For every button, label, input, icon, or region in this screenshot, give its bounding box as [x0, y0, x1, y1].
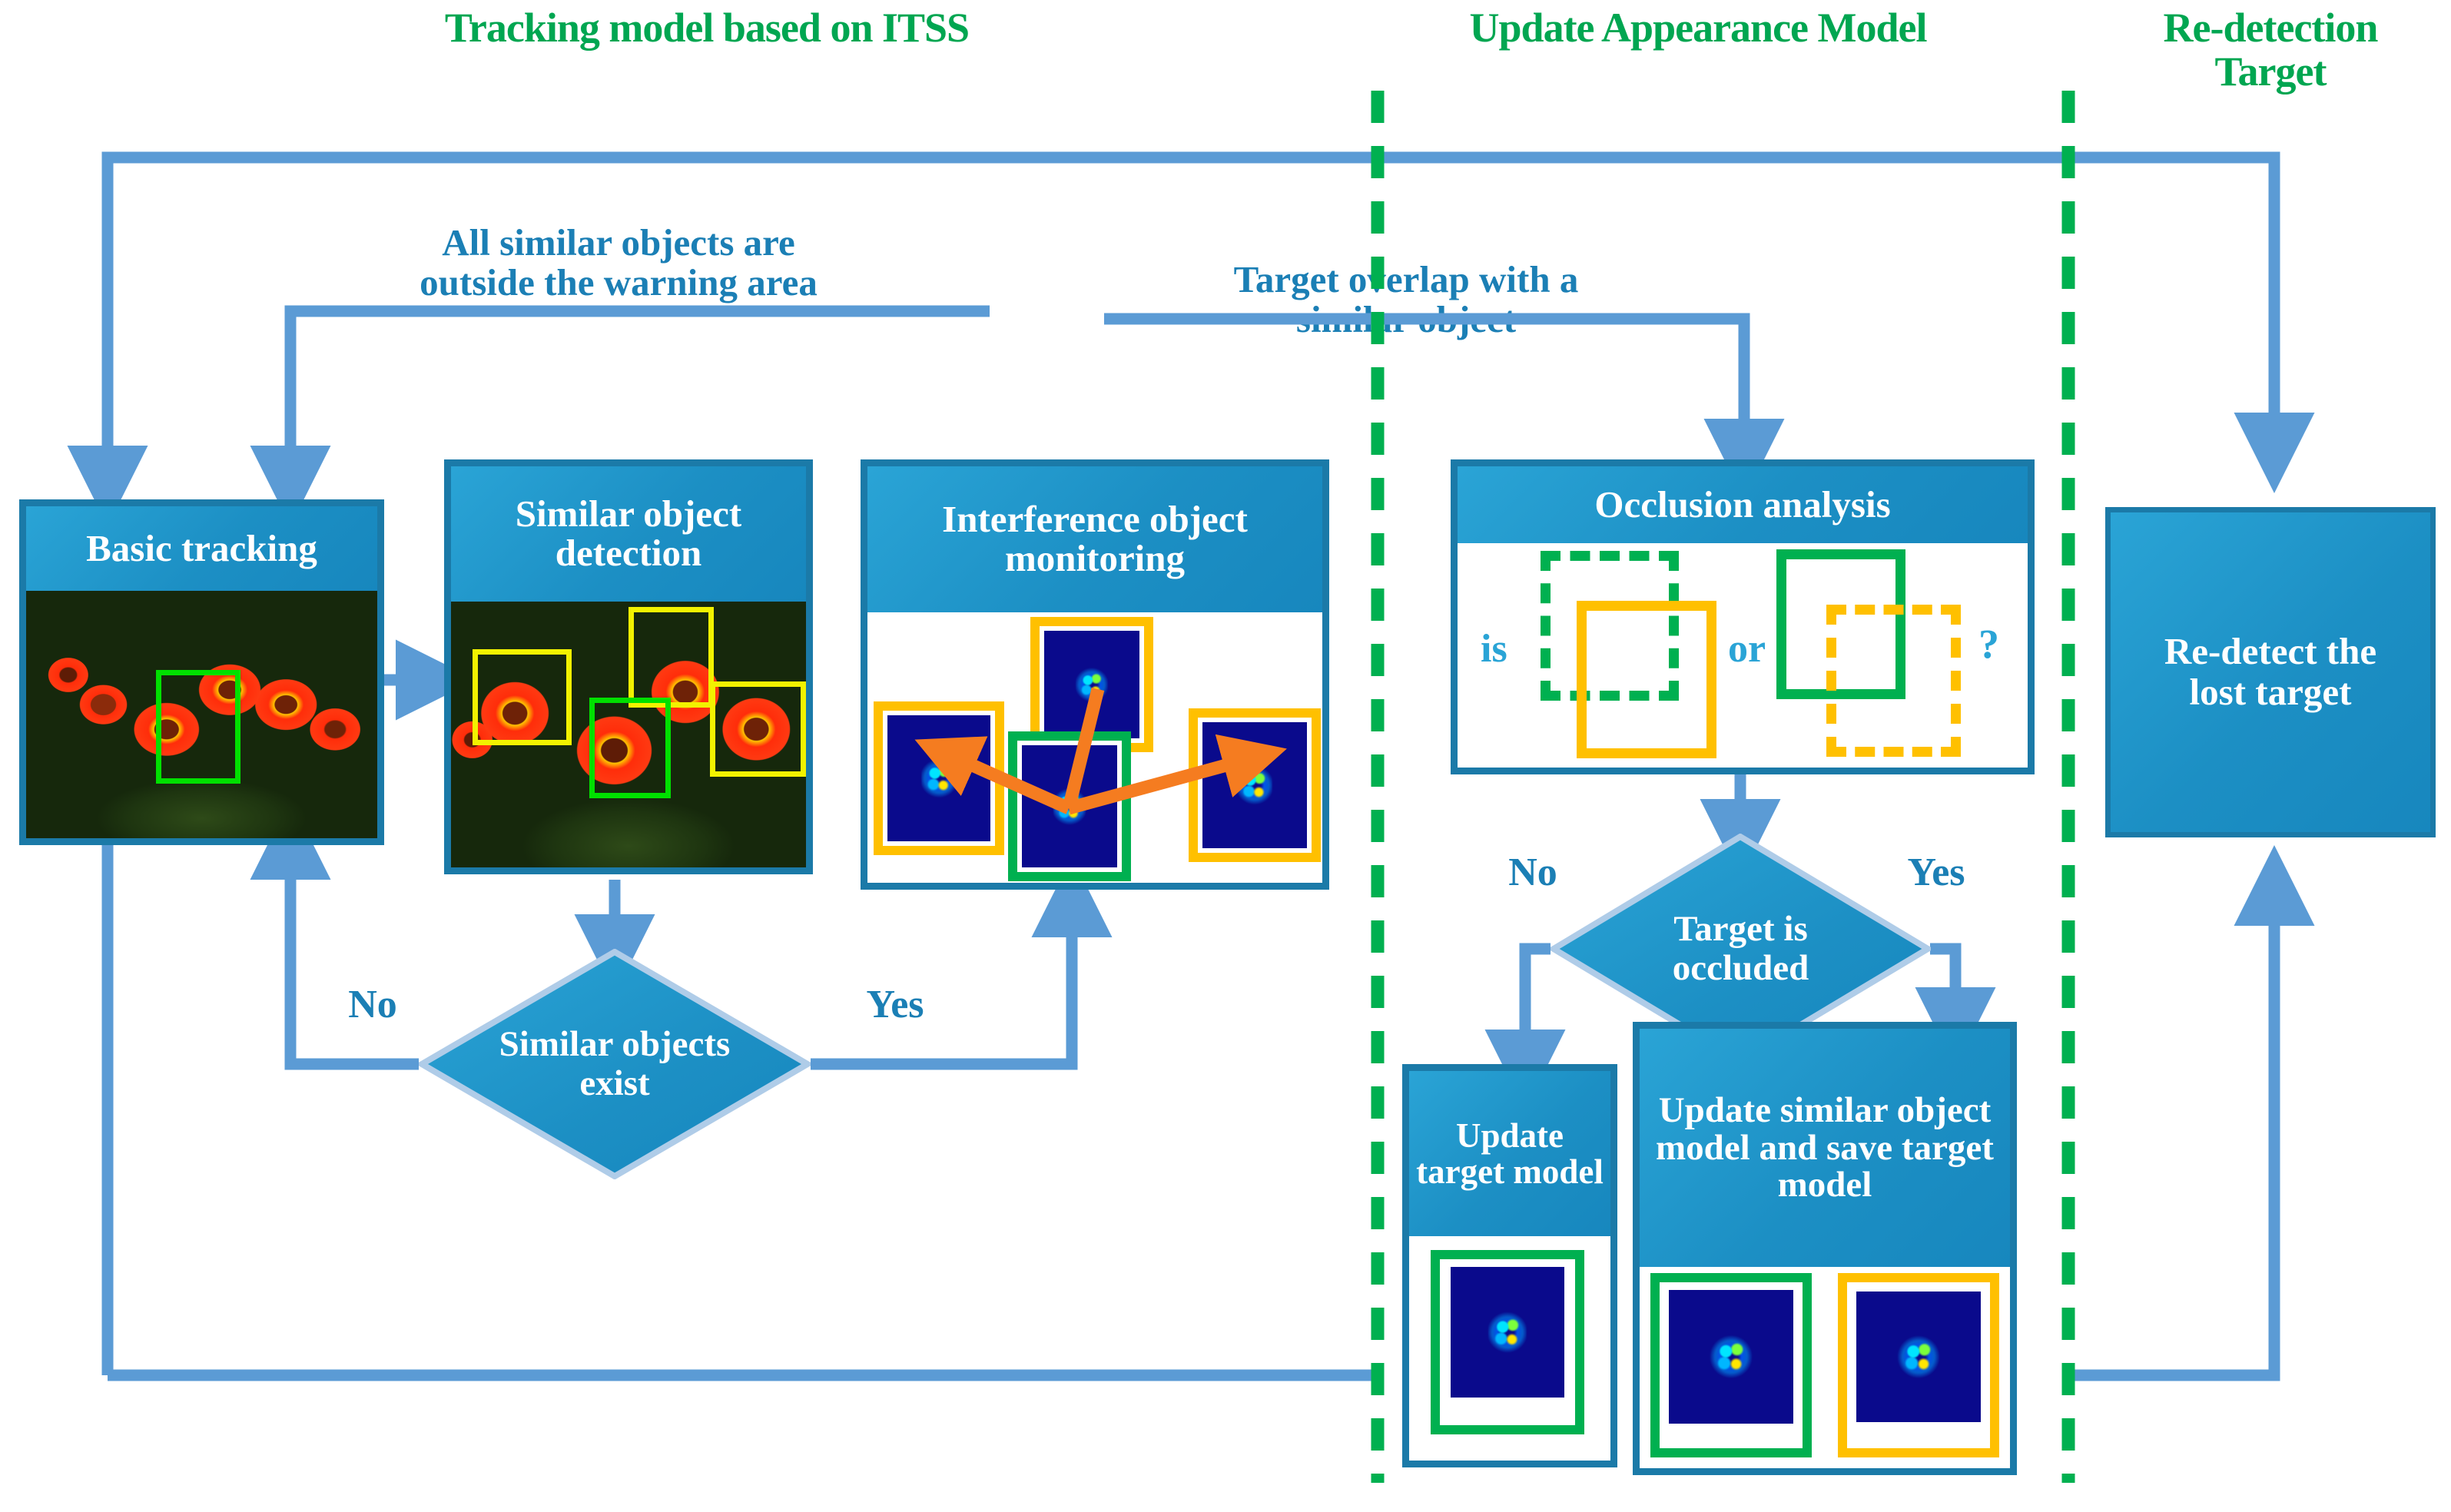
node-similar-object-detection[interactable]: Similar object detection	[444, 459, 813, 874]
occlusion-question-label: ?	[1978, 621, 1999, 667]
diamond-shape	[416, 948, 814, 1180]
target-model-frame	[1650, 1273, 1812, 1457]
node-occlusion-analysis[interactable]: Occlusion analysis is or ?	[1451, 459, 2035, 774]
similar-bbox-yellow-3	[710, 681, 806, 778]
motion-arrow-left	[914, 736, 1072, 814]
decision-similar-objects-exist[interactable]: Similar objects exist	[416, 948, 814, 1180]
interference-monitor-panel	[867, 612, 1322, 883]
node-similar-object-detection-title: Similar object detection	[451, 466, 806, 602]
flowchart-canvas: Tracking model based on ITSS Update Appe…	[0, 0, 2451, 1512]
response-map	[1451, 1267, 1564, 1398]
node-update-target-model-title: Update target model	[1409, 1071, 1610, 1236]
occluder-solid-box-yellow	[1577, 601, 1716, 758]
node-redetect-lost-target[interactable]: Re-detect the lost target	[2105, 507, 2436, 837]
node-redetect-lost-target-label: Re-detect the lost target	[2164, 630, 2377, 713]
node-update-target-model-content	[1409, 1236, 1610, 1461]
motion-arrow-up	[1062, 687, 1105, 811]
node-update-similar-object-model-title: Update similar object model and save tar…	[1640, 1029, 2010, 1267]
similar-bbox-yellow-1	[472, 649, 572, 745]
node-occlusion-analysis-title: Occlusion analysis	[1458, 466, 2028, 543]
node-update-similar-object-model-content	[1640, 1267, 2010, 1468]
occlusion-analysis-panel: is or ?	[1458, 543, 2028, 768]
response-map	[1669, 1290, 1793, 1424]
target-bbox-green	[156, 670, 240, 784]
occlusion-or-label: or	[1728, 627, 1766, 671]
node-basic-tracking-title: Basic tracking	[26, 506, 377, 591]
target-bbox-green	[589, 697, 672, 799]
node-interference-object-monitoring-title: Interference object monitoring	[867, 466, 1322, 612]
response-map	[1856, 1292, 1981, 1422]
node-interference-object-monitoring[interactable]: Interference object monitoring	[861, 459, 1329, 890]
node-update-similar-object-model[interactable]: Update similar object model and save tar…	[1633, 1022, 2017, 1475]
occlusion-is-label: is	[1481, 627, 1507, 671]
motion-arrow-right	[1066, 734, 1287, 815]
node-similar-object-detection-image	[451, 602, 806, 867]
node-update-target-model[interactable]: Update target model	[1402, 1064, 1617, 1467]
node-basic-tracking[interactable]: Basic tracking	[19, 499, 384, 845]
similar-object-model-frame	[1838, 1273, 1999, 1457]
motion-arrow-layer	[914, 687, 1287, 815]
occluder-dashed-box-yellow	[1826, 605, 1961, 757]
target-model-frame	[1431, 1250, 1584, 1434]
similar-bbox-yellow-2	[629, 606, 714, 708]
node-basic-tracking-image	[26, 591, 377, 838]
